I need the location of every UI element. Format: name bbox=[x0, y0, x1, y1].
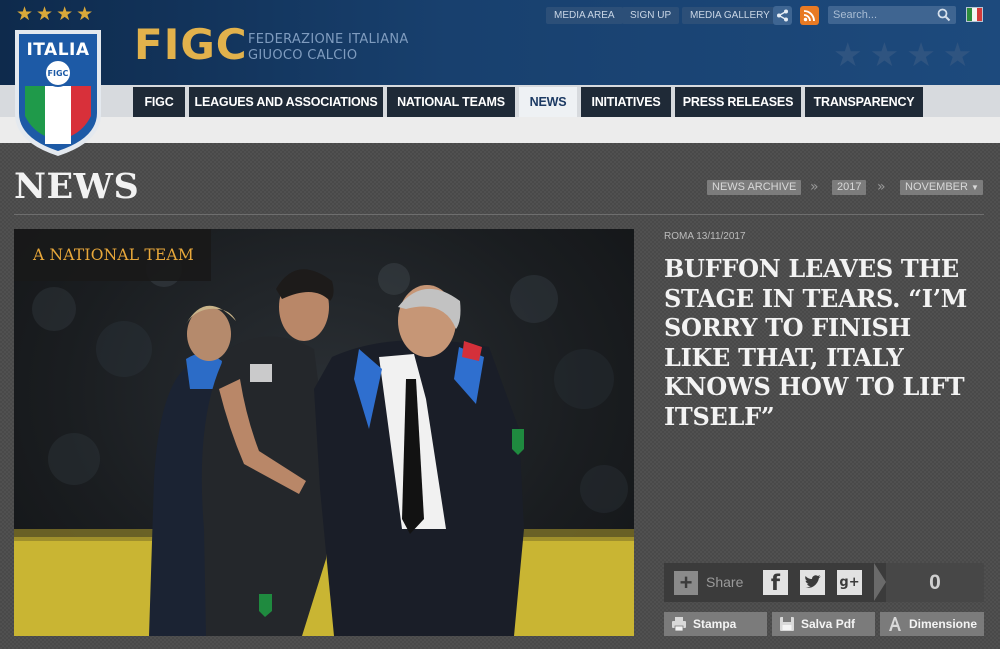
breadcrumb-separator-icon: » bbox=[810, 179, 819, 195]
article-date: ROMA 13/11/2017 bbox=[664, 231, 746, 242]
save-pdf-label: Salva Pdf bbox=[801, 617, 856, 631]
google-plus-icon[interactable]: g+ bbox=[837, 570, 862, 595]
italian-flag-icon[interactable] bbox=[966, 7, 983, 22]
nav-item-transparency[interactable]: TRANSPARENCY bbox=[805, 87, 923, 117]
page-title: NEWS bbox=[14, 166, 140, 207]
sign-up-link[interactable]: SIGN UP bbox=[622, 7, 680, 24]
sub-nav-strip bbox=[0, 117, 1000, 143]
font-size-icon bbox=[889, 617, 901, 631]
federation-name: FEDERAZIONE ITALIANA GIUOCO CALCIO bbox=[248, 32, 409, 63]
logo-stars: ★ ★ ★ ★ bbox=[16, 3, 94, 25]
article-title: BUFFON LEAVES THE STAGE IN TEARS. “I’M S… bbox=[664, 254, 968, 431]
facebook-icon[interactable]: f bbox=[763, 570, 788, 595]
text-size-button[interactable]: Dimensione bbox=[880, 612, 984, 636]
breadcrumb-news-archive[interactable]: NEWS ARCHIVE bbox=[707, 180, 802, 195]
printer-icon bbox=[672, 617, 686, 632]
decorative-stars: ★ ★ ★ ★ bbox=[833, 35, 973, 74]
text-size-label: Dimensione bbox=[909, 617, 978, 631]
site-header: ★ ★ ★ ★ FIGC FEDERAZIONE ITALIANA GIUOCO CA… bbox=[0, 0, 1000, 85]
share-label: Share bbox=[706, 574, 744, 590]
floppy-disk-icon bbox=[780, 617, 794, 631]
breadcrumb-year[interactable]: 2017 bbox=[832, 180, 867, 195]
nav-item-news[interactable]: NEWS bbox=[519, 87, 577, 117]
plus-icon[interactable]: + bbox=[674, 571, 698, 595]
logo-title: ITALIA bbox=[26, 40, 89, 60]
nav-item-leagues[interactable]: LEAGUES AND ASSOCIATIONS bbox=[189, 87, 383, 117]
media-area-link[interactable]: MEDIA AREA bbox=[546, 7, 623, 24]
breadcrumb-separator-icon: » bbox=[877, 179, 886, 195]
twitter-icon[interactable] bbox=[800, 570, 825, 595]
article-photo[interactable] bbox=[14, 229, 634, 636]
save-pdf-button[interactable]: Salva Pdf bbox=[772, 612, 875, 636]
main-nav: FIGC LEAGUES AND ASSOCIATIONS NATIONAL T… bbox=[0, 85, 1000, 117]
breadcrumb-month-select[interactable]: NOVEMBER ▼ bbox=[900, 180, 983, 195]
search-icon[interactable] bbox=[937, 8, 951, 22]
nav-item-press-releases[interactable]: PRESS RELEASES bbox=[675, 87, 801, 117]
print-button[interactable]: Stampa bbox=[664, 612, 767, 636]
share-arrow-icon bbox=[874, 563, 886, 601]
media-gallery-link[interactable]: MEDIA GALLERY bbox=[682, 7, 778, 24]
print-label: Stampa bbox=[693, 617, 737, 631]
nav-item-initiatives[interactable]: INITIATIVES bbox=[581, 87, 671, 117]
category-tag[interactable]: A NATIONAL TEAM bbox=[14, 229, 211, 281]
chevron-down-icon: ▼ bbox=[971, 183, 979, 192]
share-count: 0 bbox=[886, 563, 984, 602]
brand-wordmark[interactable]: FIGC bbox=[134, 24, 248, 66]
logo-sub: FIGC bbox=[48, 69, 69, 78]
italia-logo-icon[interactable]: ITALIA FIGC bbox=[12, 24, 104, 158]
nav-item-figc[interactable]: FIGC bbox=[133, 87, 185, 117]
title-divider bbox=[14, 214, 984, 215]
rss-icon[interactable] bbox=[800, 6, 819, 25]
share-icon[interactable] bbox=[773, 6, 792, 25]
nav-item-national-teams[interactable]: NATIONAL TEAMS bbox=[387, 87, 515, 117]
